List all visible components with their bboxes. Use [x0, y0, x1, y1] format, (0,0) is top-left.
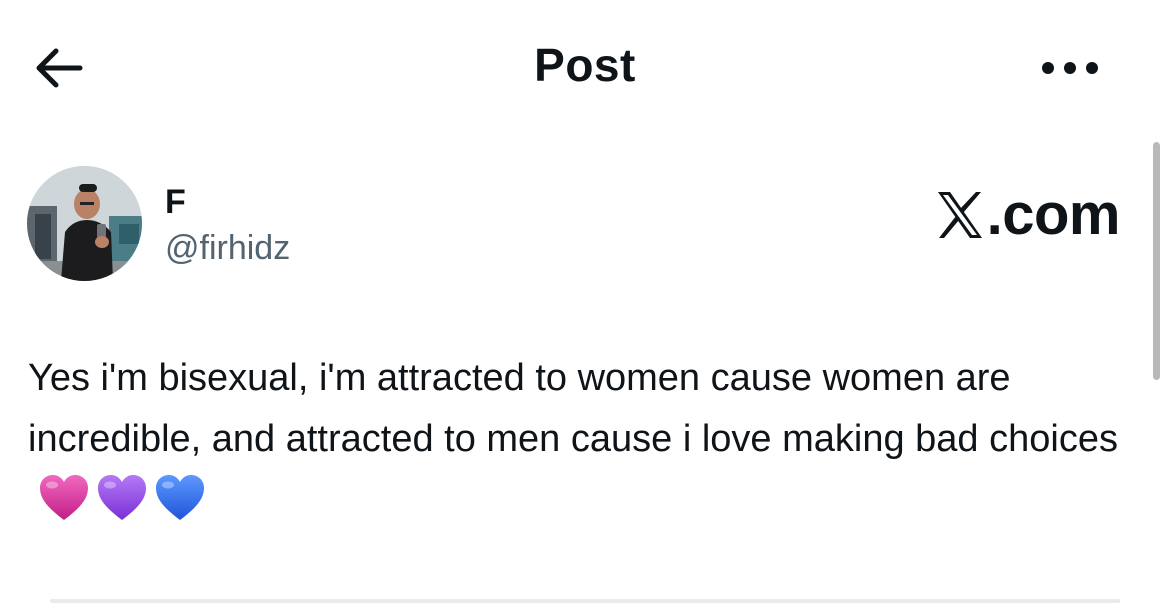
blue-heart-icon [156, 474, 204, 520]
x-com-watermark: .com [935, 180, 1121, 250]
profile-photo [27, 166, 142, 281]
purple-heart-icon [98, 474, 146, 520]
post-text: Yes i'm bisexual, i'm attracted to women… [28, 357, 1118, 460]
divider [50, 599, 1120, 603]
x-logo-icon [937, 192, 982, 238]
watermark-text: .com [986, 182, 1121, 247]
page-title: Post [534, 39, 636, 91]
author-display-name[interactable]: F [165, 182, 186, 222]
more-horizontal-icon [1042, 62, 1098, 74]
pink-heart-icon [40, 474, 88, 520]
more-options-button[interactable] [1020, 40, 1120, 96]
emoji-group [38, 474, 206, 522]
top-bar: Post [0, 0, 1170, 130]
scrollbar[interactable] [1153, 142, 1160, 380]
avatar[interactable] [27, 166, 142, 281]
post-body: Yes i'm bisexual, i'm attracted to women… [28, 348, 1138, 531]
author-handle[interactable]: @firhidz [165, 228, 290, 268]
